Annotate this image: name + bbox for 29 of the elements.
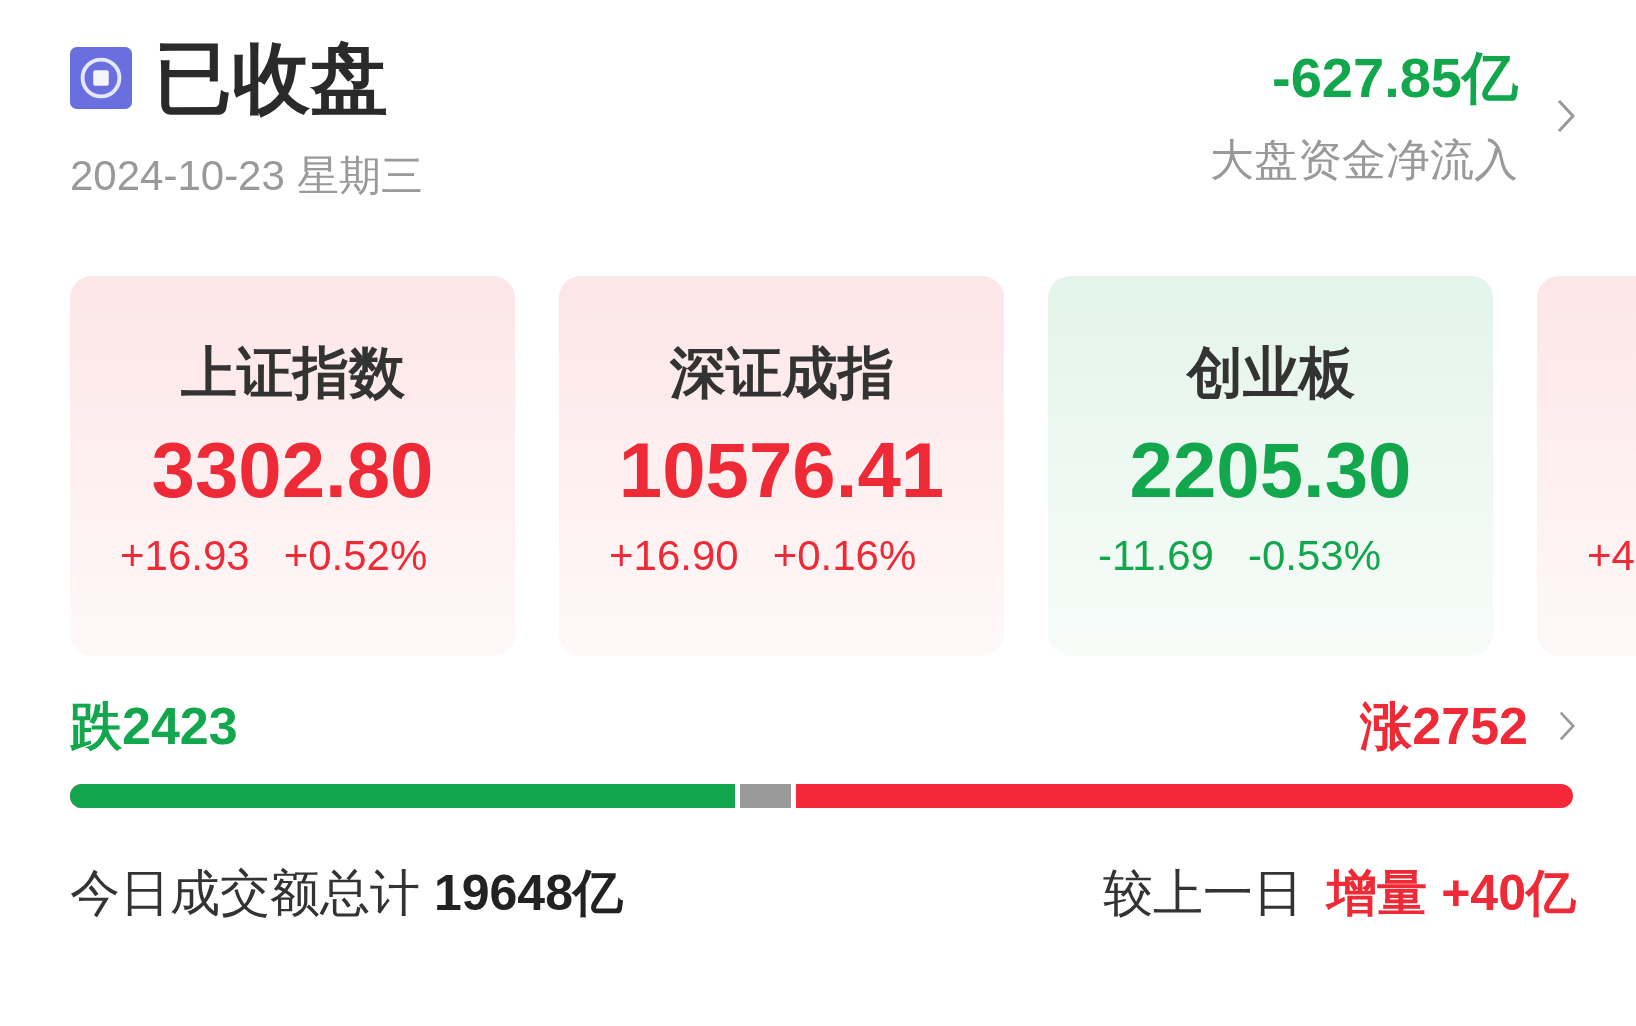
index-percent: +0.16%: [772, 531, 917, 581]
date-text: 2024-10-23 星期三: [70, 151, 423, 201]
compare-label: 较上一日: [1103, 864, 1304, 923]
market-status: 已收盘: [154, 33, 388, 124]
index-value: 2205.30: [1129, 425, 1412, 516]
fund-flow-label: 大盘资金净流入: [1210, 133, 1518, 186]
index-name: 上证指数: [180, 340, 405, 406]
turnover-total: 今日成交额总计 19648亿: [70, 864, 623, 923]
stop-icon: [70, 47, 132, 109]
chevron-right-icon[interactable]: [1558, 710, 1576, 742]
index-name: 深证成指: [669, 340, 894, 406]
index-value: 10576.41: [618, 425, 945, 516]
index-card[interactable]: 上证指数 3302.80 +16.93 +0.52%: [70, 276, 515, 656]
index-change: -11.69: [1098, 531, 1214, 581]
index-change: +16.93: [120, 531, 250, 581]
chevron-right-icon[interactable]: [1556, 98, 1576, 134]
decliners-count: 跌2423: [70, 696, 238, 757]
index-value: 3302.80: [151, 425, 434, 516]
index-change: +4: [1587, 531, 1635, 581]
index-percent: +0.52%: [283, 531, 428, 581]
index-card[interactable]: 创业板 2205.30 -11.69 -0.53%: [1048, 276, 1493, 656]
index-card[interactable]: 深证成指 10576.41 +16.90 +0.16%: [559, 276, 1004, 656]
index-change: +16.90: [609, 531, 739, 581]
index-percent: -0.53%: [1248, 531, 1382, 581]
advancers-count: 涨2752: [1360, 696, 1528, 757]
index-card[interactable]: +4: [1537, 276, 1636, 656]
index-name: 创业板: [1186, 340, 1355, 406]
compare-value: 增量 +40亿: [1327, 864, 1576, 923]
fund-flow-value: -627.85亿: [1272, 44, 1518, 111]
